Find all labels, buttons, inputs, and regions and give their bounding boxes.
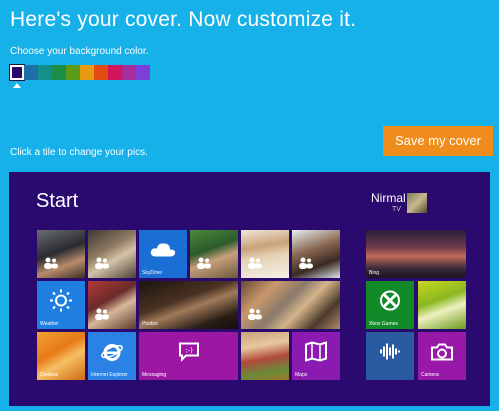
user-name: Nirmal [371, 191, 406, 205]
photo-tile[interactable] [37, 230, 85, 278]
color-swatch[interactable] [80, 65, 94, 80]
weather-tile[interactable]: Weather [37, 281, 85, 329]
save-cover-button[interactable]: Save my cover [383, 126, 493, 156]
photo-tile[interactable] [88, 281, 136, 329]
camera-icon [431, 342, 453, 365]
map-icon [305, 340, 327, 366]
tile-label: Photos [142, 321, 158, 327]
background-color-label: Choose your background color. [10, 46, 149, 57]
audio-waveform-icon [379, 342, 401, 365]
tile-label: Bing [369, 270, 380, 276]
people-tile[interactable] [241, 281, 340, 329]
desktop-tile[interactable]: Desktop [37, 332, 85, 380]
start-title: Start [36, 190, 79, 212]
photo-tile[interactable] [241, 230, 289, 278]
people-icon [94, 307, 110, 320]
people-icon [298, 256, 314, 269]
game-tile[interactable] [418, 281, 466, 329]
photo-tile[interactable] [241, 332, 289, 380]
bing-tile[interactable]: Bing [366, 230, 466, 278]
internet-explorer-icon [101, 340, 123, 367]
tile-label: Desktop [40, 372, 59, 378]
tile-label: Messaging [142, 372, 167, 378]
people-icon [247, 307, 263, 320]
start-screen-preview: Start Nirmal TV SkyDrive Bing Weather Ph… [9, 172, 490, 406]
cloud-icon [150, 241, 176, 262]
xbox-games-tile[interactable]: Xbox Games [366, 281, 414, 329]
page-title: Here's your cover. Now customize it. [10, 8, 357, 31]
color-swatch[interactable] [94, 65, 108, 80]
sun-icon [50, 289, 72, 316]
xbox-controller-icon [379, 289, 401, 316]
change-pics-instruction: Click a tile to change your pics. [10, 147, 148, 158]
color-swatch[interactable] [24, 65, 38, 80]
camera-tile[interactable]: Camera [418, 332, 466, 380]
color-swatch[interactable] [108, 65, 122, 80]
sound-recorder-tile[interactable] [366, 332, 414, 380]
photos-tile[interactable]: Photos [139, 281, 238, 329]
tile-label: Internet Explorer [91, 372, 128, 378]
selected-swatch-caret-icon [13, 83, 21, 88]
message-icon: :-) [178, 341, 200, 366]
people-icon [43, 256, 59, 269]
internet-explorer-tile[interactable]: Internet Explorer [88, 332, 136, 380]
tile-label: Xbox Games [369, 321, 398, 327]
avatar[interactable] [407, 193, 427, 213]
color-swatch[interactable] [52, 65, 66, 80]
people-icon [196, 256, 212, 269]
color-swatch[interactable] [9, 64, 25, 81]
tile-label: Camera [421, 372, 439, 378]
tile-label: SkyDrive [142, 270, 163, 276]
maps-tile[interactable]: Maps [292, 332, 340, 380]
tile-label: Maps [295, 372, 308, 378]
color-swatch[interactable] [136, 65, 150, 80]
photo-tile[interactable] [190, 230, 238, 278]
people-icon [94, 256, 110, 269]
photo-tile[interactable] [88, 230, 136, 278]
color-swatch[interactable] [38, 65, 52, 80]
messaging-tile[interactable]: :-) Messaging [139, 332, 238, 380]
photo-tile[interactable] [292, 230, 340, 278]
color-swatch[interactable] [122, 65, 136, 80]
user-subtitle: TV [392, 206, 401, 213]
svg-text::-): :-) [185, 346, 193, 354]
color-swatch-row [9, 64, 150, 81]
color-swatch[interactable] [66, 65, 80, 80]
skydrive-tile[interactable]: SkyDrive [139, 230, 187, 278]
people-icon [247, 256, 263, 269]
tile-label: Weather [40, 321, 59, 327]
